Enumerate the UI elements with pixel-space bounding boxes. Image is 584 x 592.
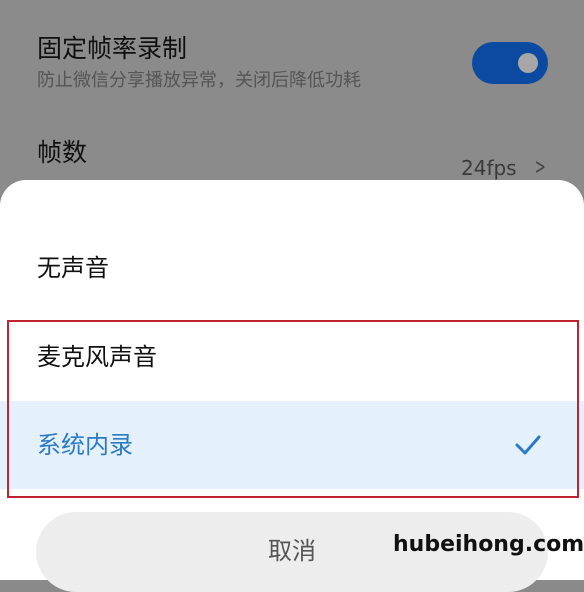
fixed-frame-rate-subtitle: 防止微信分享播放异常，关闭后降低功耗 — [37, 70, 361, 91]
checkmark-icon — [515, 435, 541, 455]
option-no-sound[interactable]: 无声音 — [0, 224, 584, 312]
frame-rate-value[interactable]: 24fps — [461, 155, 517, 181]
fixed-frame-rate-toggle[interactable] — [472, 42, 548, 84]
option-label: 系统内录 — [37, 431, 133, 459]
toggle-knob — [518, 53, 538, 73]
option-label: 无声音 — [37, 254, 109, 282]
watermark-text: hubeihong.com — [393, 532, 584, 557]
chevron-right-icon: > — [534, 155, 546, 180]
fixed-frame-rate-title: 固定帧率录制 — [37, 34, 188, 63]
frame-rate-title: 帧数 — [37, 138, 88, 167]
option-microphone[interactable]: 麦克风声音 — [0, 313, 584, 401]
option-system-audio[interactable]: 系统内录 — [0, 401, 584, 489]
option-label: 麦克风声音 — [37, 343, 157, 371]
